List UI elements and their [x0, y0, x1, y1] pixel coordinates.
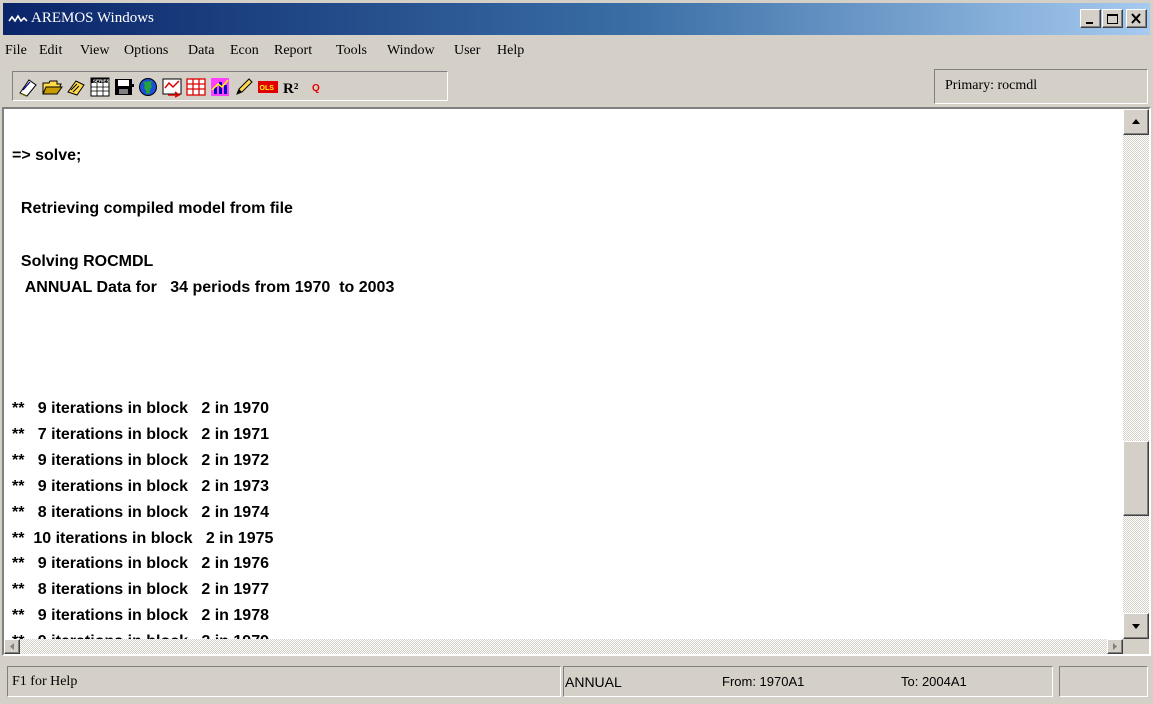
menu-bar: File Edit View Options Data Econ Report …: [3, 37, 1150, 65]
scroll-up-button[interactable]: [1123, 109, 1149, 135]
status-from: From: 1970A1: [722, 674, 805, 689]
arrow-down-icon: [1132, 624, 1140, 629]
r-squared-label: R²: [283, 81, 299, 97]
menu-view[interactable]: View: [80, 43, 109, 59]
scroll-thumb[interactable]: [1123, 441, 1149, 516]
quit-icon[interactable]: Q: [305, 76, 327, 98]
r-squared-icon[interactable]: R²: [281, 76, 303, 98]
menu-edit[interactable]: Edit: [39, 43, 62, 59]
table-icon[interactable]: [185, 76, 207, 98]
close-icon: [1131, 13, 1141, 24]
open-databank-icon[interactable]: [65, 76, 87, 98]
minimize-icon: [1086, 22, 1093, 24]
chart-export-icon[interactable]: [161, 76, 183, 98]
toolbar: SERIES OLS R² Q Primary: rocmdl: [3, 68, 1150, 106]
output-line: ** 9 iterations in block 2 in 1970: [12, 400, 269, 417]
status-extra-cell: [1059, 666, 1148, 697]
status-info-cell: ANNUAL From: 1970A1 To: 2004A1: [563, 666, 1053, 697]
maximize-icon: [1107, 14, 1118, 24]
output-line: Retrieving compiled model from file: [12, 199, 293, 217]
horizontal-scrollbar[interactable]: [4, 639, 1123, 654]
arrow-left-icon: [10, 643, 14, 650]
scroll-down-button[interactable]: [1123, 613, 1149, 639]
arrow-right-icon: [1113, 643, 1117, 650]
series-icon[interactable]: SERIES: [89, 76, 111, 98]
menu-data[interactable]: Data: [188, 43, 214, 59]
status-bar: F1 for Help ANNUAL From: 1970A1 To: 2004…: [3, 664, 1150, 701]
output-line: ** 7 iterations in block 2 in 1971: [12, 425, 269, 443]
maximize-button[interactable]: [1102, 9, 1123, 28]
output-line: ** 10 iterations in block 2 in 1975: [12, 529, 274, 547]
output-line: ** 9 iterations in block 2 in 1973: [12, 477, 269, 495]
output-window: => solve; Retrieving compiled model from…: [2, 107, 1151, 656]
status-help-cell: F1 for Help: [7, 666, 561, 697]
primary-model-label: Primary: rocmdl: [945, 78, 1038, 93]
title-bar[interactable]: AREMOS Windows: [3, 3, 1150, 35]
output-line: ** 9 iterations in block 2 in 1976: [12, 555, 269, 573]
vertical-scrollbar[interactable]: [1123, 109, 1149, 639]
svg-text:SERIES: SERIES: [93, 79, 110, 84]
arrow-up-icon: [1132, 119, 1140, 124]
menu-file[interactable]: File: [5, 43, 27, 59]
menu-tools[interactable]: Tools: [336, 43, 367, 59]
menu-econ[interactable]: Econ: [230, 43, 259, 59]
aremos-window: AREMOS Windows File Edit View Options Da…: [0, 0, 1153, 704]
window-title: AREMOS Windows: [31, 10, 154, 26]
minimize-button[interactable]: [1080, 9, 1101, 28]
new-file-icon[interactable]: [17, 76, 39, 98]
output-text-area[interactable]: => solve; Retrieving compiled model from…: [4, 109, 1123, 639]
status-to: To: 2004A1: [901, 674, 967, 689]
menu-help[interactable]: Help: [497, 43, 524, 59]
output-line: => solve;: [12, 147, 82, 165]
output-line: ** 9 iterations in block 2 in 1972: [12, 451, 269, 469]
status-help: F1 for Help: [12, 674, 78, 689]
save-icon[interactable]: [113, 76, 135, 98]
output-line: ** 8 iterations in block 2 in 1977: [12, 581, 269, 599]
menu-window[interactable]: Window: [387, 43, 435, 59]
primary-model-box: Primary: rocmdl: [934, 69, 1148, 104]
scrollbar-corner: [1123, 639, 1149, 654]
ols-label: OLS: [260, 85, 275, 92]
scroll-left-button[interactable]: [4, 639, 20, 654]
output-line: ** 9 iterations in block 2 in 1979: [12, 632, 269, 639]
menu-report[interactable]: Report: [274, 43, 312, 59]
globe-icon[interactable]: [137, 76, 159, 98]
output-line: ** 9 iterations in block 2 in 1978: [12, 607, 269, 625]
open-folder-icon[interactable]: [41, 76, 63, 98]
toolbar-buttons: SERIES OLS R² Q: [12, 71, 448, 101]
output-line: ANNUAL Data for 34 periods from 1970 to …: [12, 278, 395, 296]
edit-pencil-icon[interactable]: [233, 76, 255, 98]
scroll-right-button[interactable]: [1107, 639, 1123, 654]
status-frequency: ANNUAL: [565, 674, 622, 690]
menu-options[interactable]: Options: [124, 43, 168, 59]
bar-chart-icon[interactable]: [209, 76, 231, 98]
output-line: ** 8 iterations in block 2 in 1974: [12, 503, 269, 521]
quit-label: Q: [312, 83, 320, 94]
output-line: Solving ROCMDL: [12, 252, 154, 270]
app-icon: [8, 14, 28, 23]
close-button[interactable]: [1126, 9, 1147, 28]
ols-icon[interactable]: OLS: [257, 76, 279, 98]
menu-user[interactable]: User: [454, 43, 480, 59]
